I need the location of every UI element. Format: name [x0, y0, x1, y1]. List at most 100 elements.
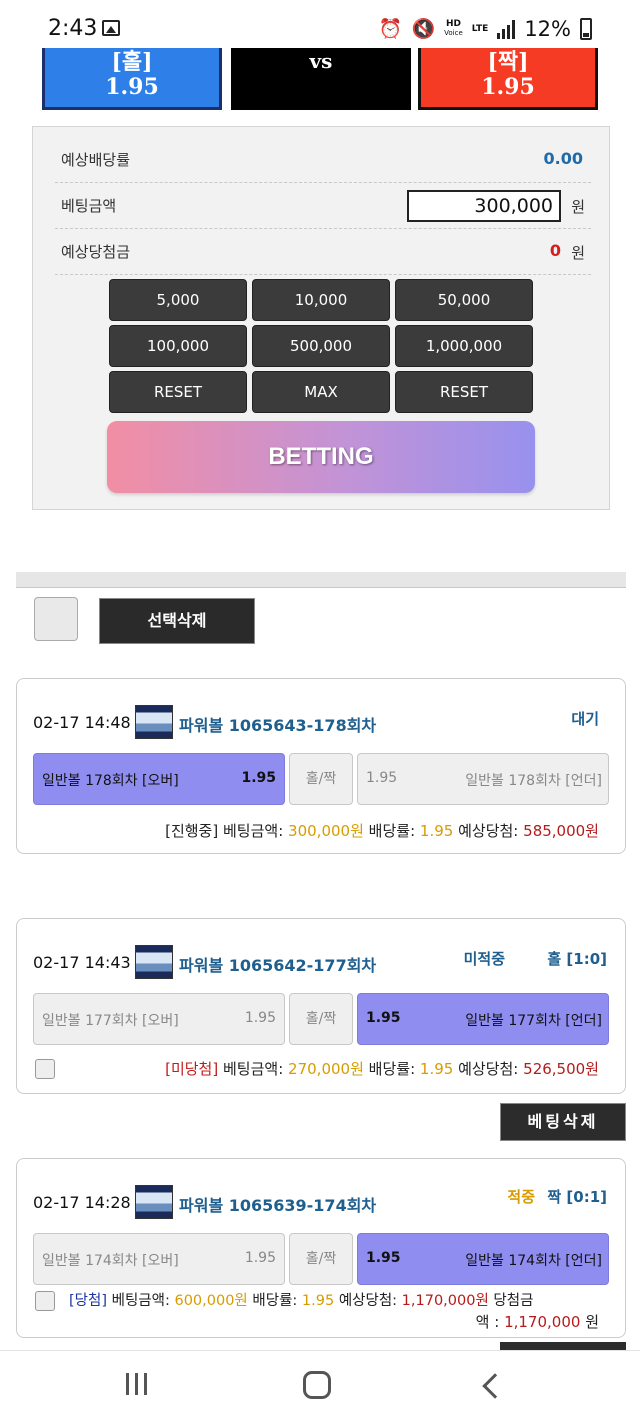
- under-option[interactable]: 1.95 일반볼 177회차 [언더]: [357, 993, 609, 1045]
- amount-1000000-button[interactable]: 1,000,000: [395, 325, 533, 367]
- odd-rate: 1.95: [105, 74, 159, 100]
- bet-odds: 1.95: [301, 1293, 335, 1309]
- lte-icon: LTE: [471, 23, 489, 34]
- bet-card: 02-17 14:48 파워볼 1065643-178회차 대기 일반볼 178…: [16, 678, 626, 854]
- bet-card: 02-17 14:43 파워볼 1065642-177회차 미적중 홀 [1:0…: [16, 918, 626, 1094]
- powerball-thumbnail: [135, 705, 173, 739]
- bet-amount: 270,000원: [288, 1060, 364, 1078]
- bet-expected-win: 585,000원: [523, 822, 599, 840]
- over-odds: 1.95: [244, 1010, 276, 1026]
- gallery-notification-icon: [102, 20, 120, 36]
- pick-buttons: [홀] 1.95 vs [짝] 1.95: [42, 48, 598, 110]
- signal-icon: [497, 19, 516, 39]
- odd-label: [홀]: [111, 49, 153, 75]
- amount-500000-button[interactable]: 500,000: [252, 325, 390, 367]
- max-button[interactable]: MAX: [252, 371, 390, 413]
- reset-button-2[interactable]: RESET: [395, 371, 533, 413]
- amount-100000-button[interactable]: 100,000: [109, 325, 247, 367]
- bet-prize: 1,170,000: [504, 1313, 581, 1331]
- over-label: 일반볼 177회차 [오버]: [42, 1013, 179, 1029]
- home-icon[interactable]: [303, 1371, 331, 1399]
- over-option[interactable]: 일반볼 178회차 [오버] 1.95: [33, 753, 285, 805]
- bet-odds: 1.95: [419, 822, 454, 840]
- odd-even-option[interactable]: 홀/짝: [289, 753, 353, 805]
- bet-expected-win: 526,500원: [523, 1060, 599, 1078]
- delete-bet-button[interactable]: 베팅삭제: [500, 1103, 626, 1141]
- mute-icon: 🔇: [411, 18, 436, 40]
- under-label: 일반볼 177회차 [언더]: [465, 1013, 602, 1029]
- bet-state: [진행중]: [165, 822, 219, 840]
- bet-odds: 1.95: [419, 1060, 454, 1078]
- select-all-checkbox[interactable]: [34, 597, 78, 641]
- amount-50000-button[interactable]: 50,000: [395, 279, 533, 321]
- odd-even-option[interactable]: 홀/짝: [289, 1233, 353, 1285]
- bet-result: 홀 [1:0]: [547, 950, 607, 968]
- reset-button[interactable]: RESET: [109, 371, 247, 413]
- recent-apps-icon[interactable]: [126, 1373, 147, 1395]
- expected-win-label: 예상당첨금: [61, 243, 131, 261]
- bet-amount: 300,000원: [288, 822, 364, 840]
- bet-state: [당첨]: [69, 1293, 107, 1309]
- under-odds: 1.95: [366, 1010, 401, 1026]
- over-option[interactable]: 일반볼 177회차 [오버] 1.95: [33, 993, 285, 1045]
- over-option[interactable]: 일반볼 174회차 [오버] 1.95: [33, 1233, 285, 1285]
- bet-select-checkbox[interactable]: [35, 1059, 55, 1079]
- bet-result: 짝 [0:1]: [547, 1188, 607, 1206]
- odd-pick-button[interactable]: [홀] 1.95: [42, 48, 222, 110]
- amount-10000-button[interactable]: 10,000: [252, 279, 390, 321]
- over-label: 일반볼 178회차 [오버]: [42, 773, 179, 789]
- expected-odds-value: 0.00: [543, 149, 583, 168]
- expected-odds-row: 예상배당률 0.00: [55, 137, 591, 183]
- even-pick-button[interactable]: [짝] 1.95: [418, 48, 598, 110]
- bet-select-checkbox[interactable]: [35, 1291, 55, 1311]
- bet-time: 02-17 14:48: [33, 713, 131, 732]
- powerball-thumbnail: [135, 945, 173, 979]
- bet-game[interactable]: 파워볼 1065643-178회차: [179, 712, 376, 736]
- hd-voice-icon: HD Voice: [444, 19, 463, 38]
- alarm-icon: ⏰: [378, 18, 403, 40]
- bet-prize-line: 액 : 1,170,000 원: [475, 1313, 599, 1331]
- bet-game[interactable]: 파워볼 1065642-177회차: [179, 952, 376, 976]
- system-nav-bar: [0, 1350, 640, 1422]
- section-divider: [16, 572, 626, 588]
- powerball-thumbnail: [135, 1185, 173, 1219]
- under-option[interactable]: 1.95 일반볼 178회차 [언더]: [357, 753, 609, 805]
- even-label: [짝]: [487, 49, 529, 75]
- over-odds: 1.95: [241, 770, 276, 786]
- expected-win-unit: 원: [571, 244, 585, 262]
- under-odds: 1.95: [366, 770, 398, 786]
- under-label: 일반볼 178회차 [언더]: [465, 773, 602, 789]
- bet-status: 대기: [571, 710, 599, 728]
- even-rate: 1.95: [481, 74, 535, 100]
- amount-5000-button[interactable]: 5,000: [109, 279, 247, 321]
- betting-button[interactable]: BETTING: [107, 421, 535, 493]
- bet-game[interactable]: 파워볼 1065639-174회차: [179, 1192, 376, 1216]
- under-option[interactable]: 1.95 일반볼 174회차 [언더]: [357, 1233, 609, 1285]
- bet-panel: 예상배당률 0.00 베팅금액 원 예상당첨금 0 원 5,000 10,000…: [32, 126, 610, 510]
- bet-expected-win: 1,170,000원: [401, 1293, 489, 1309]
- bet-amount-input[interactable]: [407, 190, 561, 222]
- expected-win-value: 0: [549, 241, 561, 260]
- bet-status: 적중: [507, 1188, 535, 1206]
- over-label: 일반볼 174회차 [오버]: [42, 1253, 179, 1269]
- bet-card: 02-17 14:28 파워볼 1065639-174회차 적중 짝 [0:1]…: [16, 1158, 626, 1338]
- bet-summary: [미당첨] 베팅금액: 270,000원 배당률: 1.95 예상당첨: 526…: [165, 1060, 599, 1078]
- bet-time: 02-17 14:43: [33, 953, 131, 972]
- delete-selected-button[interactable]: 선택삭제: [99, 598, 255, 644]
- expected-win-row: 예상당첨금 0 원: [55, 229, 591, 275]
- battery-percent: 12%: [524, 17, 571, 41]
- next-delete-button-peek[interactable]: [500, 1342, 626, 1350]
- under-odds: 1.95: [366, 1250, 401, 1266]
- vs-label: vs: [309, 49, 333, 73]
- bet-summary: [진행중] 베팅금액: 300,000원 배당률: 1.95 예상당첨: 585…: [165, 822, 599, 840]
- battery-icon: [580, 18, 592, 40]
- bet-summary: [당첨] 베팅금액: 600,000원 배당률: 1.95 예상당첨: 1,17…: [69, 1293, 534, 1309]
- odd-even-option[interactable]: 홀/짝: [289, 993, 353, 1045]
- bet-status: 미적중: [463, 950, 505, 968]
- status-time: 2:43: [48, 16, 98, 41]
- bet-amount-label: 베팅금액: [61, 197, 117, 215]
- bet-state: [미당첨]: [165, 1060, 219, 1078]
- expected-odds-label: 예상배당률: [61, 151, 131, 169]
- status-indicators: ⏰ 🔇 HD Voice LTE 12%: [379, 17, 592, 41]
- back-icon[interactable]: [482, 1373, 508, 1399]
